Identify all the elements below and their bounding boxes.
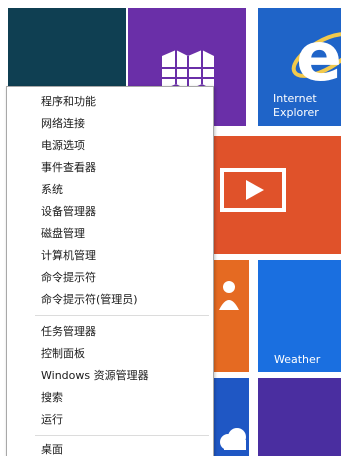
menu-item-system[interactable]: 系统 xyxy=(7,179,213,201)
tile-video[interactable] xyxy=(210,136,341,254)
menu-item-search[interactable]: 搜索 xyxy=(7,387,213,409)
tile-internet-explorer[interactable]: e Internet Explorer xyxy=(258,8,341,126)
menu-item-programs-features[interactable]: 程序和功能 xyxy=(7,91,213,113)
person-icon xyxy=(219,281,239,310)
menu-item-computer-management[interactable]: 计算机管理 xyxy=(7,245,213,267)
menu-item-device-manager[interactable]: 设备管理器 xyxy=(7,201,213,223)
menu-item-command-prompt[interactable]: 命令提示符 xyxy=(7,267,213,289)
menu-item-run[interactable]: 运行 xyxy=(7,409,213,431)
menu-item-network-connections[interactable]: 网络连接 xyxy=(7,113,213,135)
weather-label: Weather xyxy=(274,353,321,366)
menu-item-disk-management[interactable]: 磁盘管理 xyxy=(7,223,213,245)
tile-people[interactable] xyxy=(210,260,249,372)
menu-item-desktop[interactable]: 桌面 xyxy=(7,439,213,456)
menu-separator xyxy=(35,435,209,436)
menu-item-power-options[interactable]: 电源选项 xyxy=(7,135,213,157)
tile-bottom-right[interactable] xyxy=(258,378,341,456)
power-user-menu: 程序和功能 网络连接 电源选项 事件查看器 系统 设备管理器 磁盘管理 计算机管… xyxy=(6,86,214,456)
menu-item-event-viewer[interactable]: 事件查看器 xyxy=(7,157,213,179)
start-screen: e Internet Explorer Weather 程序和功能 网络连接 电… xyxy=(0,0,341,456)
video-play-icon xyxy=(220,168,286,212)
internet-explorer-label: Internet Explorer xyxy=(273,92,319,119)
menu-item-windows-explorer[interactable]: Windows 资源管理器 xyxy=(7,365,213,387)
menu-item-task-manager[interactable]: 任务管理器 xyxy=(7,321,213,343)
cloud-icon xyxy=(220,428,246,450)
internet-explorer-icon: e xyxy=(291,20,341,90)
svg-text:e: e xyxy=(296,20,341,90)
menu-item-command-prompt-admin[interactable]: 命令提示符(管理员) xyxy=(7,289,213,311)
tile-skydrive[interactable] xyxy=(210,378,249,456)
menu-item-control-panel[interactable]: 控制面板 xyxy=(7,343,213,365)
tile-weather[interactable]: Weather xyxy=(258,260,341,372)
menu-separator xyxy=(35,315,209,316)
